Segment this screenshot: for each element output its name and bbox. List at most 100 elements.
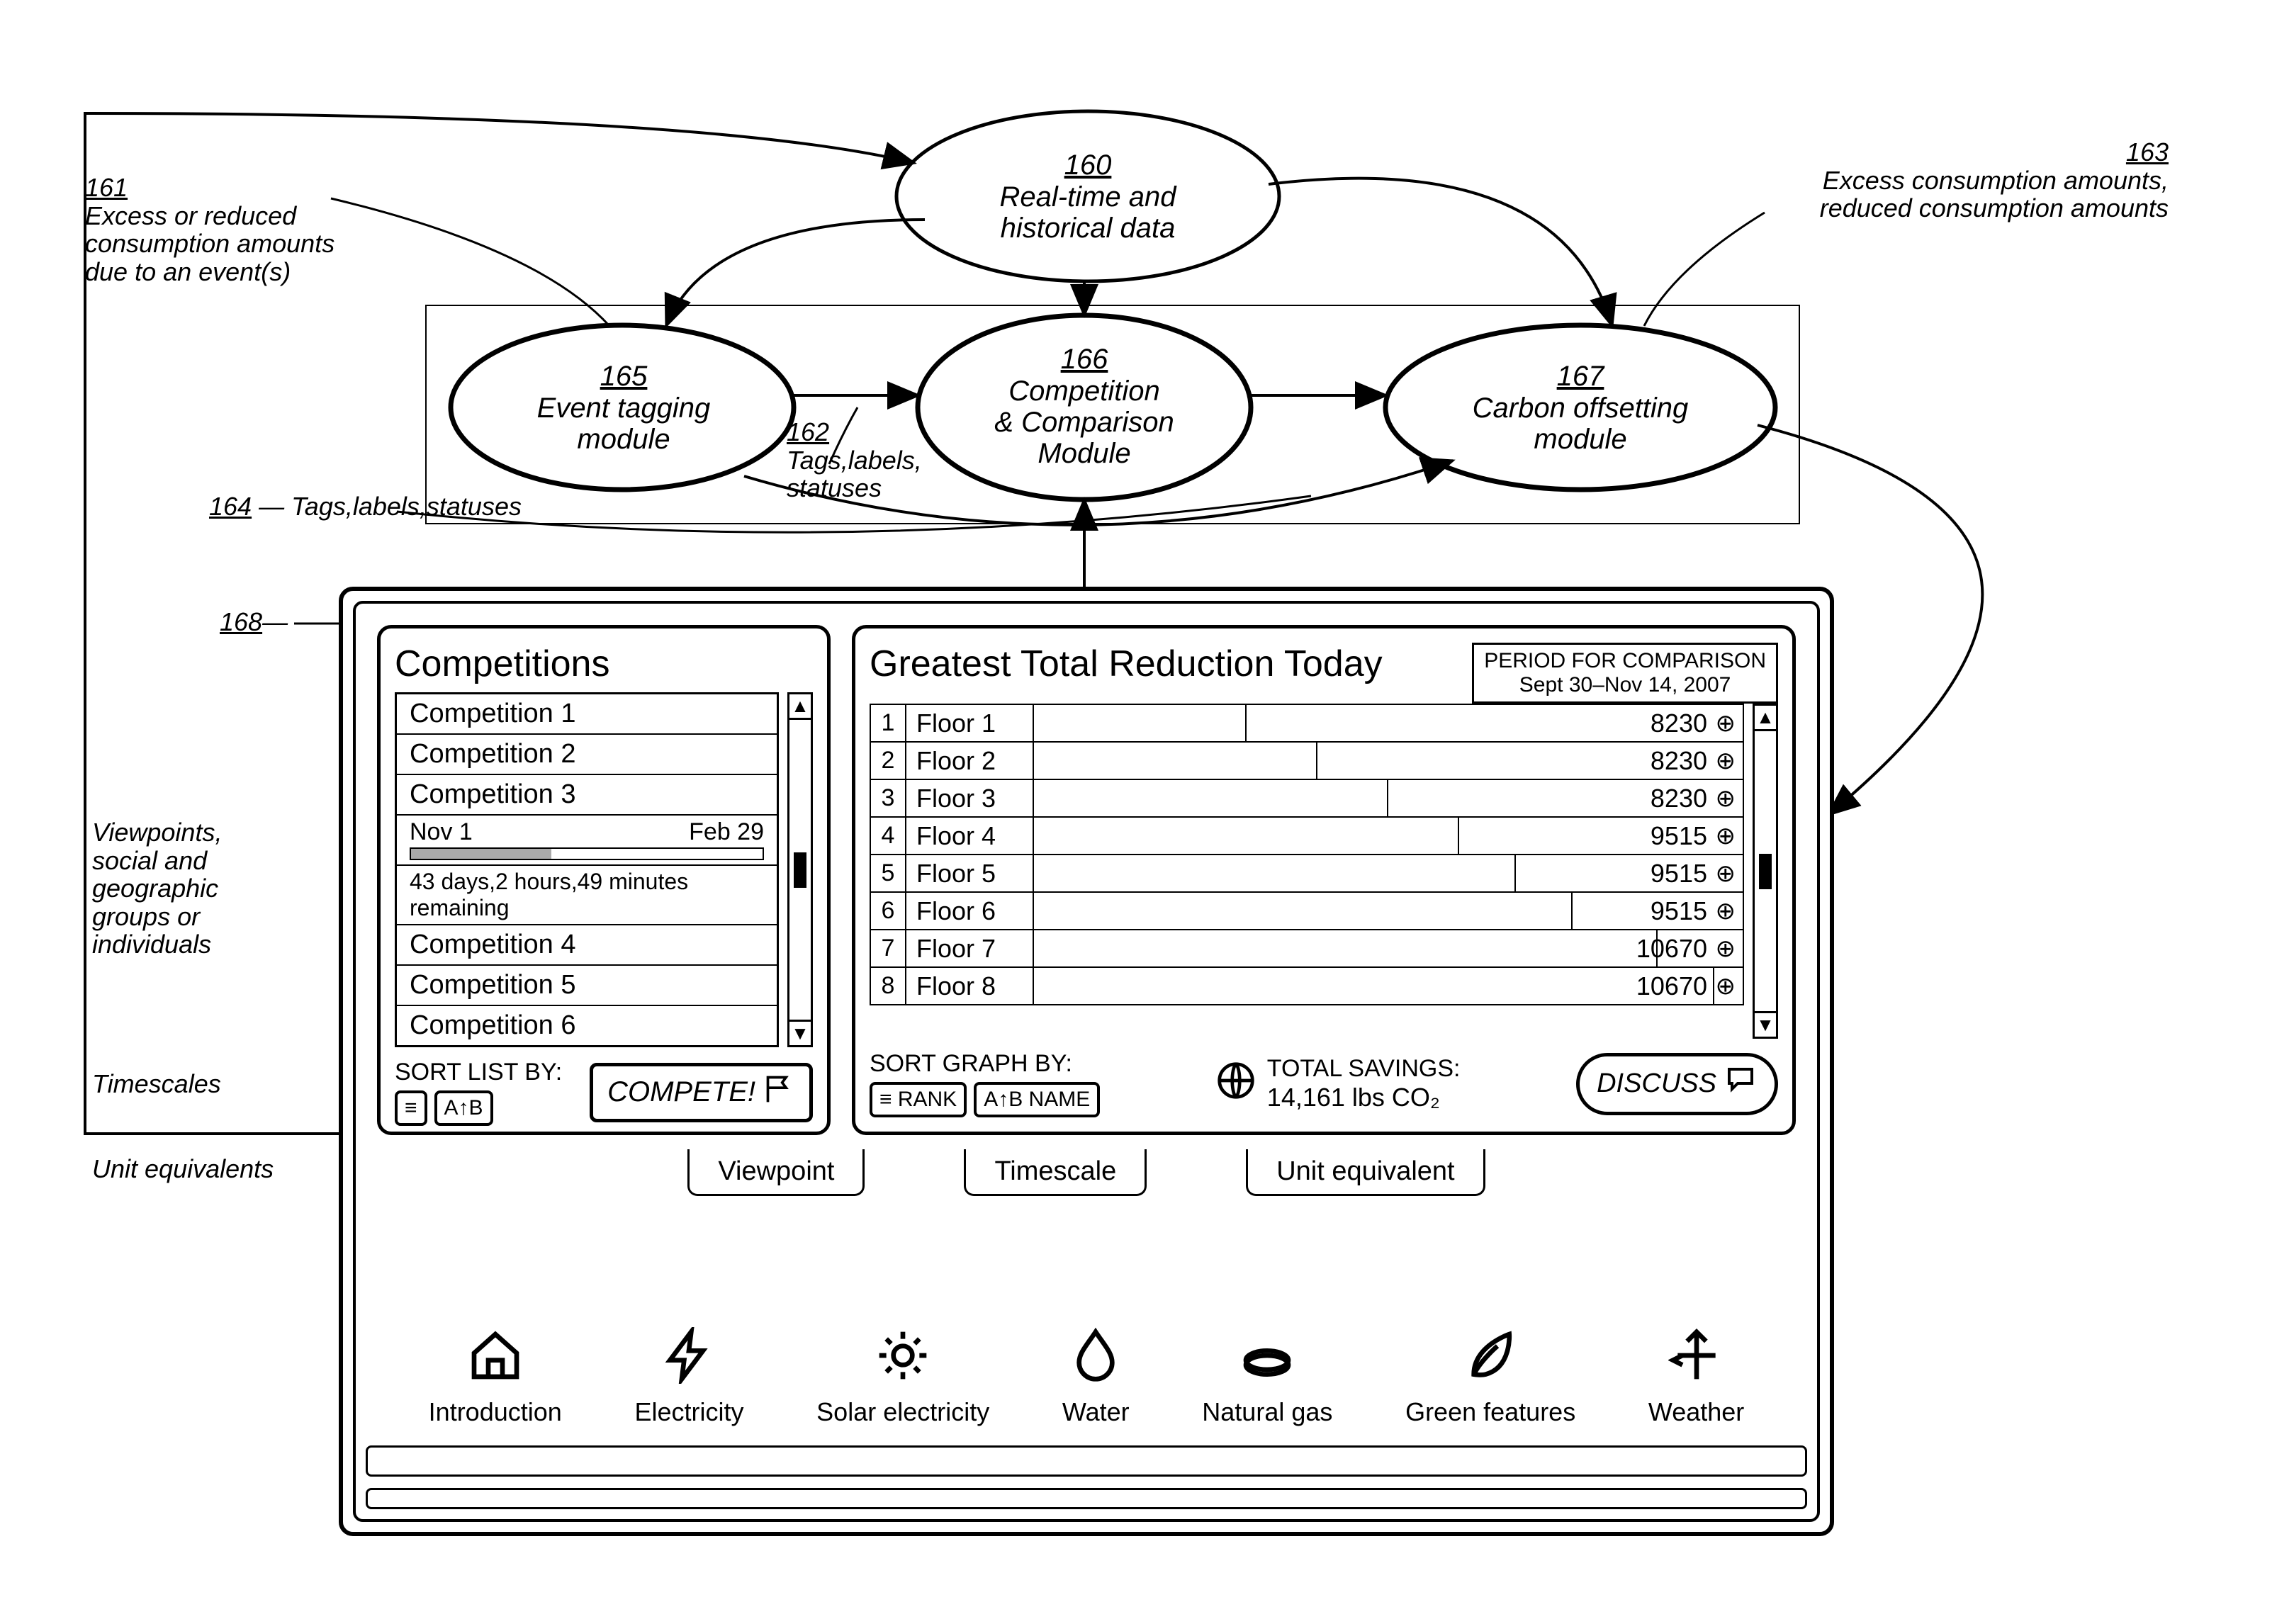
row-bar: 8230⊕ [1034,743,1743,779]
table-row[interactable]: 2Floor 28230⊕ [870,741,1744,780]
table-row[interactable]: 7Floor 710670⊕ [870,929,1744,968]
tab-timescale[interactable]: Timescale [964,1149,1147,1196]
sort-name-button[interactable]: A↑B NAME [974,1082,1100,1117]
discuss-button[interactable]: DISCUSS [1576,1053,1778,1115]
nav-solar-electricity[interactable]: Solar electricity [816,1327,989,1427]
row-value: 9515 [1651,893,1707,929]
row-name: Floor 7 [906,930,1034,966]
bottom-bar [366,1488,1807,1509]
row-name: Floor 1 [906,705,1034,741]
expand-icon[interactable]: ⊕ [1716,705,1736,741]
row-index: 2 [871,743,906,779]
node-165: 165 Event tagging module [468,347,780,468]
table-row[interactable]: 3Floor 38230⊕ [870,779,1744,818]
nav-label: Weather [1648,1397,1744,1427]
reduction-scrollbar[interactable]: ▲ ▼ [1753,704,1778,1039]
nav-label: Natural gas [1202,1397,1332,1427]
expand-icon[interactable]: ⊕ [1716,780,1736,816]
row-bar: 10670⊕ [1034,930,1743,966]
nav-natural-gas[interactable]: Natural gas [1202,1327,1332,1427]
row-index: 5 [871,855,906,891]
compete-button[interactable]: COMPETE! [590,1063,813,1122]
nav-introduction[interactable]: Introduction [429,1327,562,1427]
scroll-thumb[interactable] [1759,854,1772,889]
table-row[interactable]: 4Floor 49515⊕ [870,816,1744,855]
row-name: Floor 6 [906,893,1034,929]
burner-icon [1239,1327,1295,1390]
list-item[interactable]: Competition 5 [397,966,777,1006]
nav-label: Water [1062,1397,1130,1427]
nav-weather[interactable]: Weather [1648,1327,1744,1427]
row-bar: 9515⊕ [1034,855,1743,891]
row-value: 8230 [1651,705,1707,741]
bottom-bar [366,1445,1807,1477]
row-name: Floor 4 [906,818,1034,854]
sort-graph-label: SORT GRAPH BY: [870,1050,1100,1078]
table-row[interactable]: 8Floor 810670⊕ [870,966,1744,1005]
row-index: 8 [871,968,906,1004]
period-box: PERIOD FOR COMPARISON Sept 30–Nov 14, 20… [1472,643,1778,704]
row-index: 6 [871,893,906,929]
node-167: 167 Carbon offsetting module [1410,347,1750,468]
expand-icon[interactable]: ⊕ [1716,930,1736,966]
ann-162: 162 Tags,labels, statuses [787,418,971,502]
table-row[interactable]: 6Floor 6 9515⊕ [870,891,1744,930]
competitions-panel: Competitions Competition 1 Competition 2… [377,625,831,1135]
ann-163: 163 Excess consumption amounts, reduced … [1672,138,2169,222]
scroll-down-icon[interactable]: ▼ [789,1020,811,1045]
row-index: 1 [871,705,906,741]
row-index: 4 [871,818,906,854]
expand-icon[interactable]: ⊕ [1716,893,1736,929]
row-bar: 9515⊕ [1034,818,1743,854]
list-item[interactable]: Competition 4 [397,925,777,966]
competitions-scrollbar[interactable]: ▲ ▼ [787,692,813,1047]
sort-lines-button[interactable]: ≡ [395,1090,427,1126]
chat-icon [1724,1064,1758,1105]
drop-icon [1067,1327,1124,1390]
row-value: 10670 [1636,968,1707,1004]
list-item[interactable]: Competition 3 [397,775,777,816]
row-name: Floor 2 [906,743,1034,779]
tab-viewpoint[interactable]: Viewpoint [687,1149,865,1196]
list-item[interactable]: Competition 6 [397,1006,777,1045]
sort-rank-button[interactable]: ≡ RANK [870,1082,967,1117]
competition-remaining: 43 days,2 hours,49 minutes remaining [397,864,777,925]
expand-icon[interactable]: ⊕ [1716,743,1736,779]
dashboard: Competitions Competition 1 Competition 2… [339,587,1834,1536]
table-row[interactable]: 1Floor 18230⊕ [870,704,1744,743]
list-item[interactable]: Competition 1 [397,694,777,735]
sort-list-label: SORT LIST BY: [395,1059,562,1086]
list-item[interactable]: Competition 2 [397,735,777,775]
row-name: Floor 5 [906,855,1034,891]
globe-icon [1216,1061,1256,1107]
scroll-down-icon[interactable]: ▼ [1755,1011,1776,1037]
scroll-up-icon[interactable]: ▲ [1755,706,1776,731]
row-value: 8230 [1651,780,1707,816]
house-icon [467,1327,524,1390]
row-bar: 8230⊕ [1034,705,1743,741]
tab-unit-equivalent[interactable]: Unit equivalent [1246,1149,1485,1196]
row-index: 3 [871,780,906,816]
flag-icon [764,1073,795,1112]
row-value: 9515 [1651,818,1707,854]
row-value: 8230 [1651,743,1707,779]
sort-az-button[interactable]: A↑B [434,1090,493,1126]
sun-icon [875,1327,931,1390]
table-row[interactable]: 5Floor 59515⊕ [870,854,1744,893]
scroll-up-icon[interactable]: ▲ [789,694,811,720]
nav-label: Electricity [634,1397,743,1427]
nav-label: Green features [1405,1397,1575,1427]
expand-icon[interactable]: ⊕ [1716,968,1736,1004]
nav-label: Solar electricity [816,1397,989,1427]
competitions-title: Competitions [395,643,813,685]
expand-icon[interactable]: ⊕ [1716,855,1736,891]
nav-green-features[interactable]: Green features [1405,1327,1575,1427]
nav-water[interactable]: Water [1062,1327,1130,1427]
side-label-viewpoints: Viewpoints, social and geographic groups… [92,818,326,959]
scroll-thumb[interactable] [794,852,806,888]
expand-icon[interactable]: ⊕ [1716,818,1736,854]
nav-electricity[interactable]: Electricity [634,1327,743,1427]
row-bar: 10670⊕ [1034,968,1743,1004]
reduction-title: Greatest Total Reduction Today [870,643,1383,685]
total-savings: TOTAL SAVINGS: 14,161 lbs CO₂ [1216,1055,1461,1112]
